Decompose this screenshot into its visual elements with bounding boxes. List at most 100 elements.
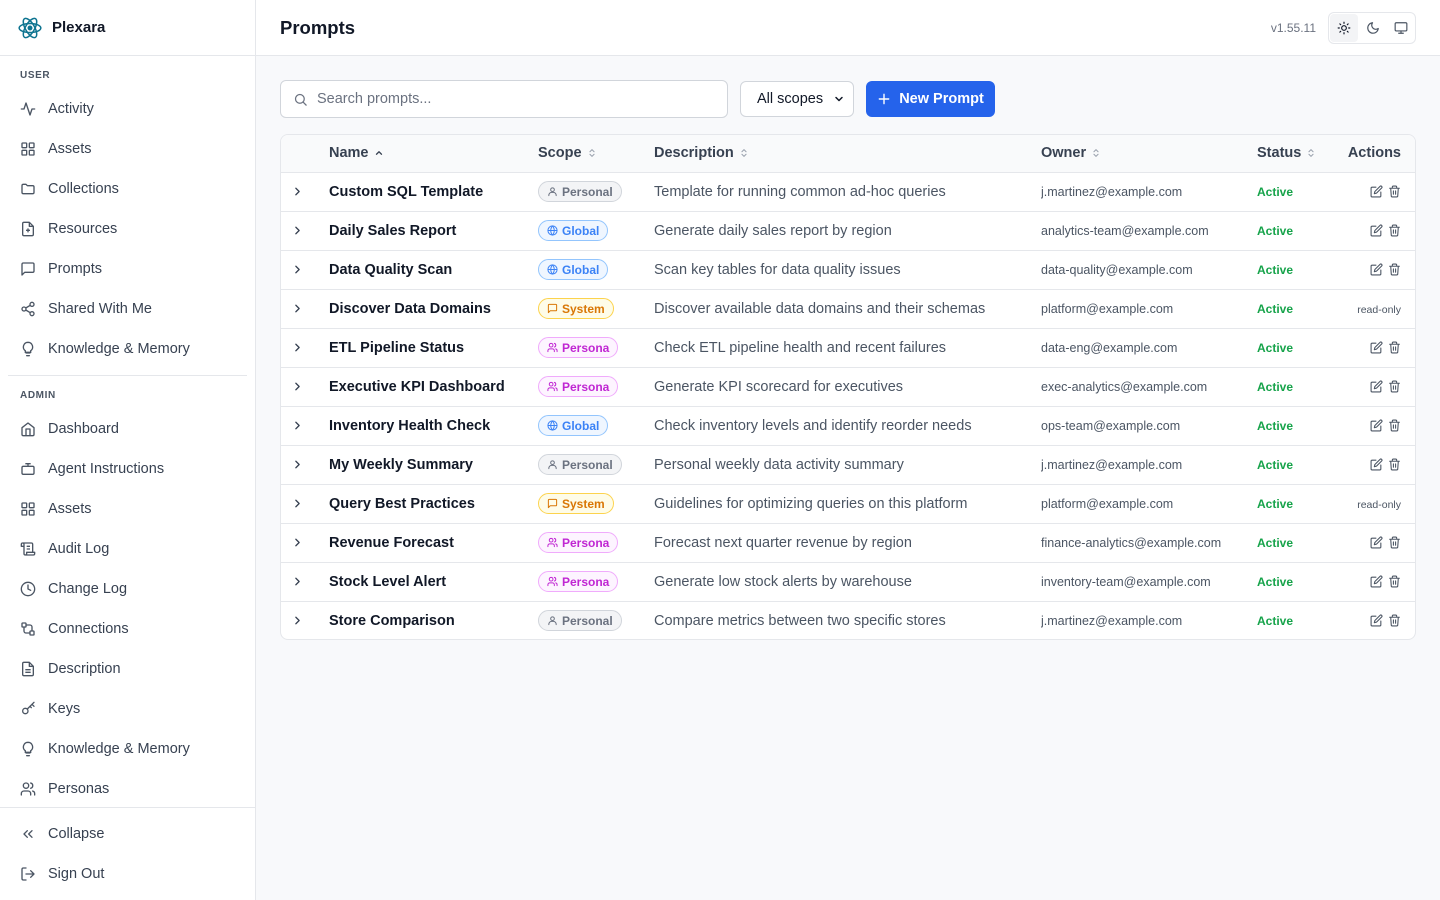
- expand-cell[interactable]: [281, 523, 329, 562]
- actions-cell: [1341, 211, 1415, 250]
- light-theme-button[interactable]: [1330, 14, 1358, 42]
- name-column-header[interactable]: Name: [329, 135, 538, 173]
- sidebar-item-label: Keys: [48, 701, 81, 717]
- edit-icon[interactable]: [1370, 419, 1383, 432]
- expand-cell[interactable]: [281, 562, 329, 601]
- table-row[interactable]: Store Comparison Personal Compare metric…: [281, 601, 1415, 639]
- table-row[interactable]: Data Quality Scan Global Scan key tables…: [281, 250, 1415, 289]
- prompt-owner: j.martinez@example.com: [1041, 184, 1183, 199]
- sidebar-item-personas[interactable]: Personas: [0, 769, 255, 809]
- actions-header-label: Actions: [1347, 145, 1401, 162]
- sidebar-item-change-log[interactable]: Change Log: [0, 569, 255, 609]
- chevron-right-icon: [295, 421, 300, 430]
- edit-icon[interactable]: [1370, 224, 1383, 237]
- sign-out-button[interactable]: Sign Out: [0, 854, 255, 894]
- status-label: Active: [1257, 418, 1294, 433]
- system-theme-button[interactable]: [1387, 14, 1415, 42]
- sidebar-item-resources[interactable]: Resources: [0, 209, 255, 249]
- prompt-owner: platform@example.com: [1041, 301, 1174, 316]
- expand-cell[interactable]: [281, 601, 329, 639]
- sidebar-item-dashboard[interactable]: Dashboard: [0, 409, 255, 449]
- actions-cell: [1341, 328, 1415, 367]
- trash-icon[interactable]: [1388, 614, 1401, 627]
- expand-cell[interactable]: [281, 328, 329, 367]
- edit-icon[interactable]: [1370, 614, 1383, 627]
- edit-icon[interactable]: [1370, 341, 1383, 354]
- trash-icon[interactable]: [1388, 575, 1401, 588]
- trash-icon[interactable]: [1388, 185, 1401, 198]
- collapse-button[interactable]: Collapse: [0, 814, 255, 854]
- description-column-header[interactable]: Description: [654, 135, 1041, 173]
- sidebar-item-agent-instructions[interactable]: Agent Instructions: [0, 449, 255, 489]
- new-prompt-button[interactable]: New Prompt: [866, 81, 995, 117]
- table-row[interactable]: Discover Data Domains System Discover av…: [281, 289, 1415, 328]
- scope-column-header[interactable]: Scope: [538, 135, 654, 173]
- expand-cell[interactable]: [281, 289, 329, 328]
- expand-cell[interactable]: [281, 172, 329, 211]
- expand-cell[interactable]: [281, 211, 329, 250]
- scope-cell: System: [538, 484, 654, 523]
- prompt-owner: platform@example.com: [1041, 496, 1174, 511]
- scope-select[interactable]: All scopes: [740, 81, 854, 117]
- sidebar-item-prompts[interactable]: Prompts: [0, 249, 255, 289]
- search-input[interactable]: [317, 91, 697, 107]
- sidebar-item-admin-assets[interactable]: Assets: [0, 489, 255, 529]
- actions-cell: [1341, 601, 1415, 639]
- edit-icon[interactable]: [1370, 575, 1383, 588]
- table-row[interactable]: Executive KPI Dashboard Persona Generate…: [281, 367, 1415, 406]
- table-row[interactable]: Inventory Health Check Global Check inve…: [281, 406, 1415, 445]
- trash-icon[interactable]: [1388, 263, 1401, 276]
- table-row[interactable]: Revenue Forecast Persona Forecast next q…: [281, 523, 1415, 562]
- status-column-header[interactable]: Status: [1257, 135, 1341, 173]
- user-icon: [548, 460, 557, 470]
- sidebar-item-label: Knowledge & Memory: [48, 741, 190, 757]
- expand-cell[interactable]: [281, 367, 329, 406]
- owner-column-header[interactable]: Owner: [1041, 135, 1257, 173]
- sidebar-item-activity[interactable]: Activity: [0, 89, 255, 129]
- trash-icon[interactable]: [1388, 536, 1401, 549]
- expand-cell[interactable]: [281, 484, 329, 523]
- brand[interactable]: Plexara: [0, 0, 255, 56]
- sidebar-item-description[interactable]: Description: [0, 649, 255, 689]
- status-label: Active: [1257, 496, 1294, 511]
- expand-cell[interactable]: [281, 406, 329, 445]
- scope-badge-label: System: [562, 496, 605, 511]
- sidebar-item-label: Shared With Me: [48, 301, 152, 317]
- sidebar-item-audit-log[interactable]: Audit Log: [0, 529, 255, 569]
- message-icon: [20, 261, 36, 277]
- trash-icon[interactable]: [1388, 341, 1401, 354]
- edit-icon[interactable]: [1370, 458, 1383, 471]
- table-row[interactable]: Stock Level Alert Persona Generate low s…: [281, 562, 1415, 601]
- sidebar-item-knowledge-memory[interactable]: Knowledge & Memory: [0, 329, 255, 369]
- edit-icon[interactable]: [1370, 380, 1383, 393]
- sidebar-bottom-divider: [0, 807, 255, 808]
- prompt-description: Forecast next quarter revenue by region: [654, 534, 912, 551]
- table-row[interactable]: ETL Pipeline Status Persona Check ETL pi…: [281, 328, 1415, 367]
- scope-badge: Global: [538, 220, 609, 241]
- trash-icon[interactable]: [1388, 380, 1401, 393]
- trash-icon[interactable]: [1388, 458, 1401, 471]
- edit-icon[interactable]: [1370, 263, 1383, 276]
- expand-cell[interactable]: [281, 445, 329, 484]
- edit-icon[interactable]: [1370, 536, 1383, 549]
- table-row[interactable]: Daily Sales Report Global Generate daily…: [281, 211, 1415, 250]
- sidebar-item-admin-knowledge-memory[interactable]: Knowledge & Memory: [0, 729, 255, 769]
- trash-icon[interactable]: [1388, 419, 1401, 432]
- prompt-description: Compare metrics between two specific sto…: [654, 612, 946, 629]
- sidebar-item-assets[interactable]: Assets: [0, 129, 255, 169]
- table-row[interactable]: Custom SQL Template Personal Template fo…: [281, 172, 1415, 211]
- scope-badge-label: Persona: [562, 379, 610, 394]
- prompts-table: Name Scope Description Owner Status Acti…: [280, 134, 1416, 640]
- sidebar-item-collections[interactable]: Collections: [0, 169, 255, 209]
- table-row[interactable]: My Weekly Summary Personal Personal week…: [281, 445, 1415, 484]
- scope-cell: Persona: [538, 328, 654, 367]
- dark-theme-button[interactable]: [1359, 14, 1387, 42]
- expand-cell[interactable]: [281, 250, 329, 289]
- sidebar-item-keys[interactable]: Keys: [0, 689, 255, 729]
- edit-icon[interactable]: [1370, 185, 1383, 198]
- table-row[interactable]: Query Best Practices System Guidelines f…: [281, 484, 1415, 523]
- trash-icon[interactable]: [1388, 224, 1401, 237]
- sidebar-item-connections[interactable]: Connections: [0, 609, 255, 649]
- prompt-name: Data Quality Scan: [329, 261, 453, 278]
- sidebar-item-shared-with-me[interactable]: Shared With Me: [0, 289, 255, 329]
